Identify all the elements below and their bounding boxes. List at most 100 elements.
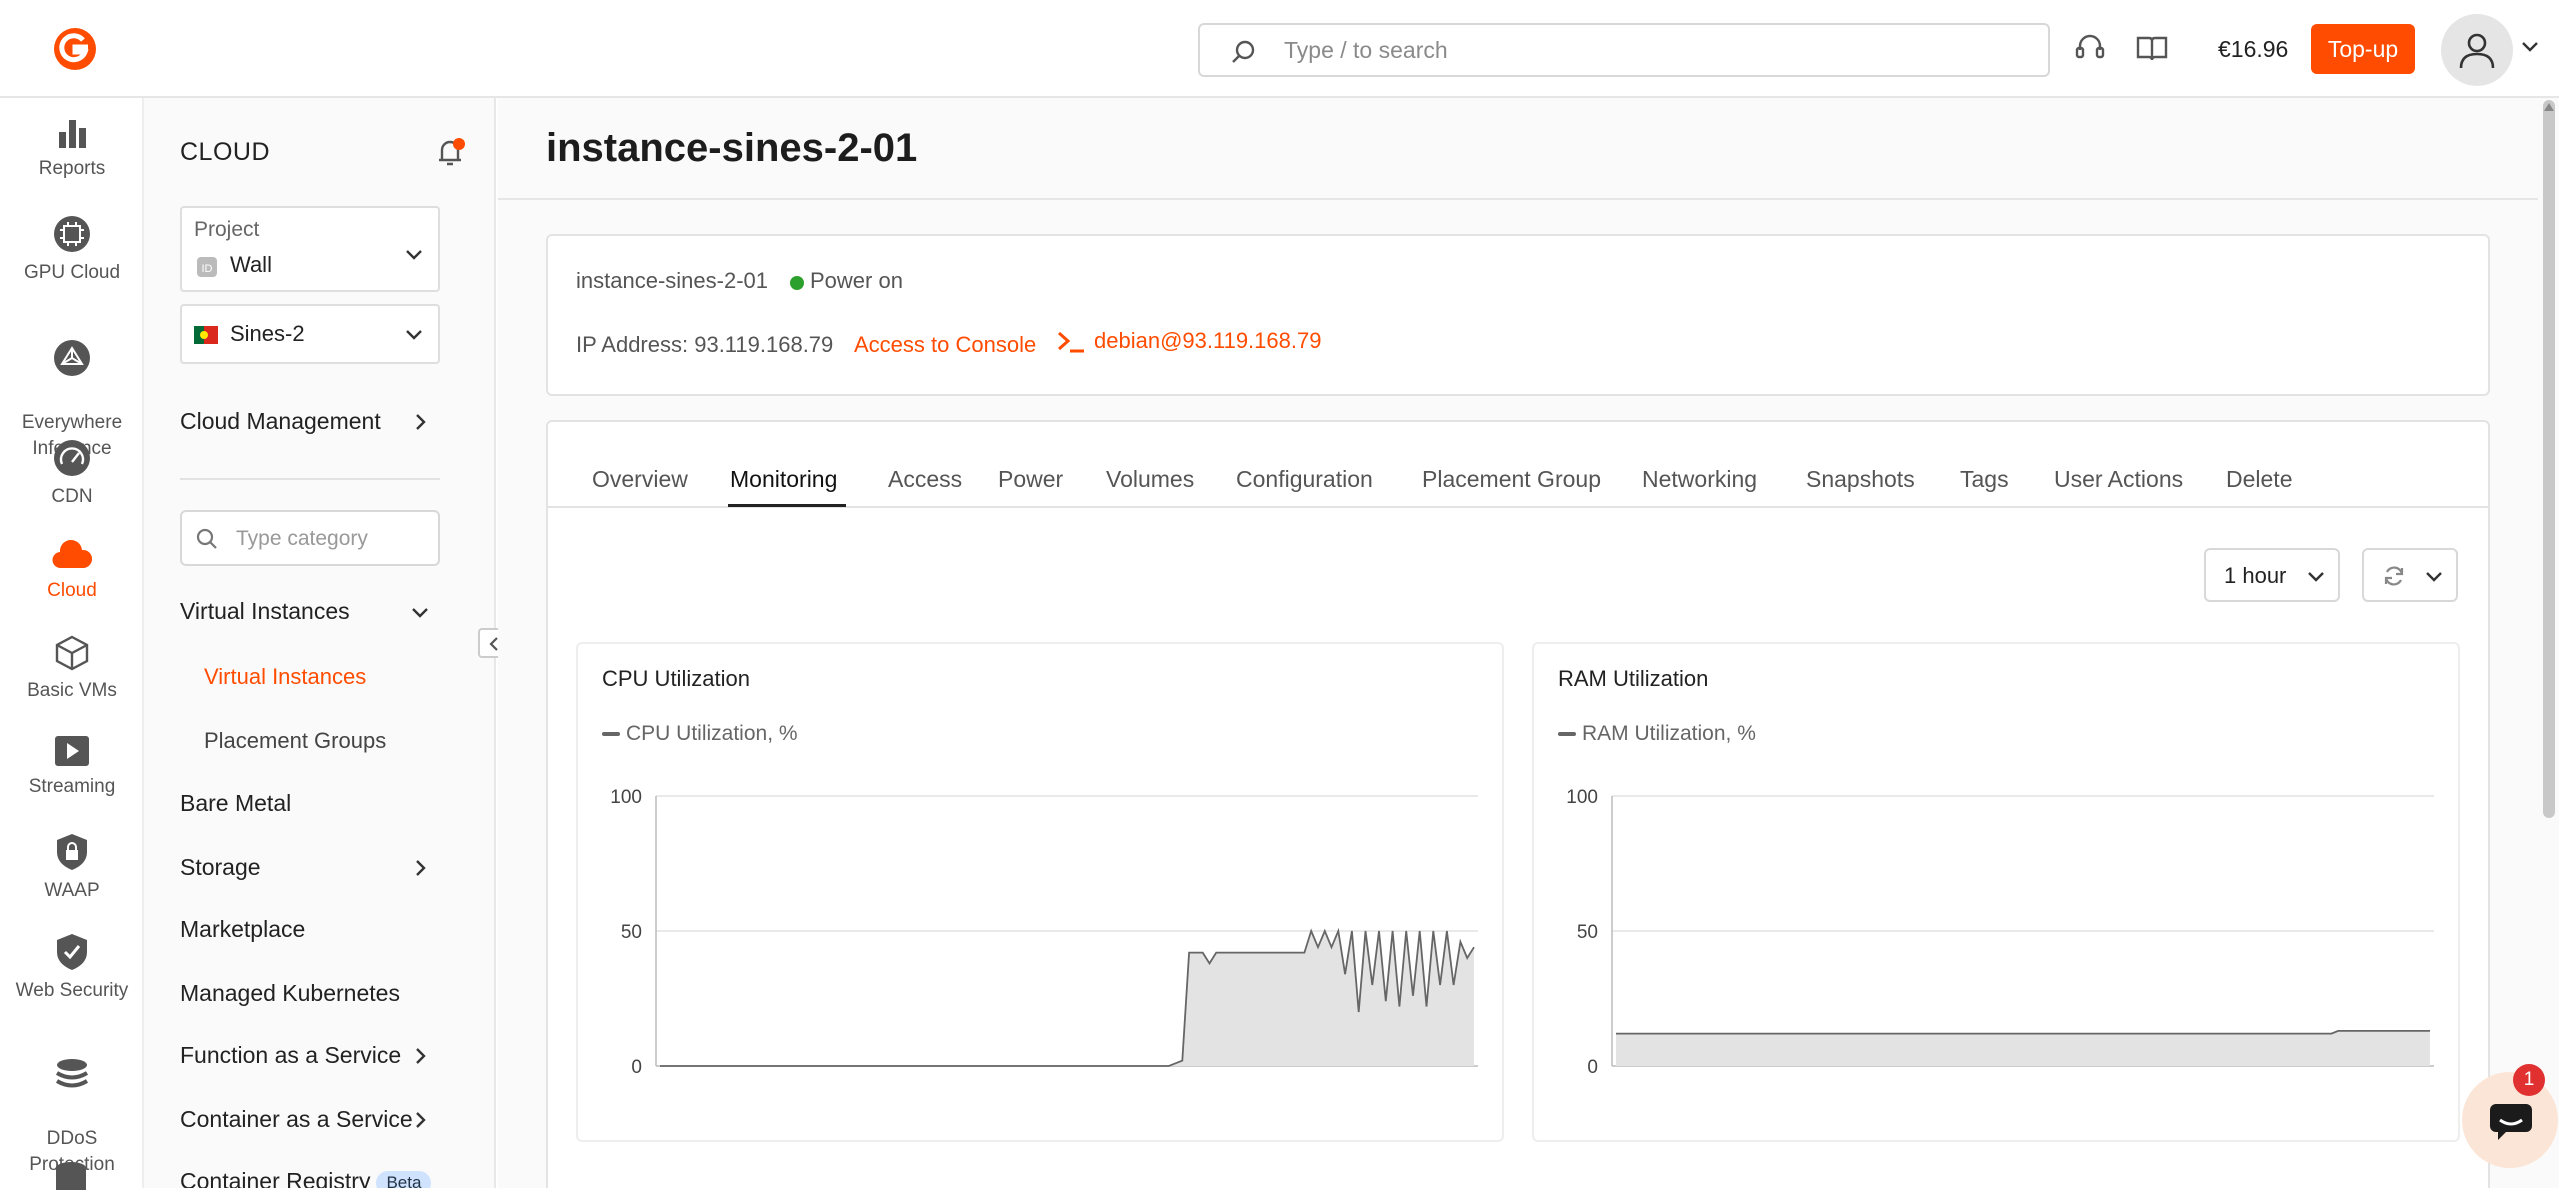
database-icon[interactable]	[53, 1160, 89, 1190]
beta-badge: Beta	[376, 1170, 432, 1188]
chart-title: RAM Utilization	[1558, 666, 1709, 691]
svg-text:ID: ID	[202, 263, 213, 275]
refresh-icon	[2384, 566, 2404, 586]
instance-info-card: instance-sines-2-01 Power on IP Address:…	[546, 234, 2490, 396]
rail-label: GPU Cloud	[23, 262, 121, 283]
ssh-link[interactable]: debian@93.119.168.79	[1094, 328, 1321, 354]
tab-delete[interactable]: Delete	[2226, 466, 2292, 493]
project-select[interactable]: Project ID Wall	[180, 206, 440, 292]
category-search-input[interactable]	[236, 524, 426, 554]
rail-item-reports[interactable]: Reports	[0, 116, 144, 182]
chevron-right-icon	[416, 414, 426, 430]
search-icon	[196, 528, 217, 549]
headset-icon[interactable]	[2072, 30, 2108, 66]
chat-icon	[2490, 1104, 2532, 1140]
time-range-select[interactable]: 1 hour	[2204, 548, 2340, 602]
y-tick-label: 50	[1577, 922, 1598, 943]
sidebar-item-container-registry[interactable]: Container Registry Beta	[180, 1168, 432, 1188]
topup-button[interactable]: Top-up	[2311, 24, 2415, 74]
chevron-down-icon	[406, 250, 422, 260]
sidebar-title: CLOUD	[180, 138, 271, 166]
avatar[interactable]	[2441, 14, 2513, 86]
rail-label: Basic VMs	[27, 680, 117, 701]
sidebar-item-managed-kubernetes[interactable]: Managed Kubernetes	[180, 980, 400, 1007]
page-scrollbar[interactable]	[2543, 100, 2555, 818]
sidebar-item-cloud-management[interactable]: Cloud Management	[180, 408, 381, 435]
chevron-down-icon	[2426, 572, 2442, 582]
chevron-down-icon[interactable]	[2520, 40, 2540, 54]
tab-user-actions[interactable]: User Actions	[2054, 466, 2183, 493]
rail-item-waap[interactable]: WAAP	[0, 832, 144, 904]
rail-item-gpu-cloud[interactable]: GPU Cloud	[0, 214, 144, 286]
refresh-select[interactable]	[2362, 548, 2458, 602]
chevron-right-icon	[416, 1048, 426, 1064]
sidebar-subitem-virtual-instances[interactable]: Virtual Instances	[204, 664, 366, 690]
rail-item-cdn[interactable]: CDN	[0, 438, 144, 510]
tab-tags[interactable]: Tags	[1960, 466, 2009, 493]
sidebar-item-bare-metal[interactable]: Bare Metal	[180, 790, 291, 817]
active-tab-indicator	[728, 504, 846, 507]
gcore-logo-icon[interactable]	[52, 26, 98, 72]
console-link[interactable]: Access to Console	[854, 332, 1036, 358]
rail-item-web-security[interactable]: Web Security	[0, 932, 144, 1004]
bell-icon[interactable]	[434, 136, 466, 168]
category-search[interactable]	[180, 510, 440, 566]
tab-volumes[interactable]: Volumes	[1106, 466, 1194, 493]
portugal-flag-icon	[194, 326, 218, 344]
search-input[interactable]	[1284, 35, 2024, 65]
rail-label: Reports	[38, 158, 106, 179]
sidebar-item-storage[interactable]: Storage	[180, 854, 261, 881]
product-rail: Reports GPU Cloud Everywhere Inference C…	[0, 98, 144, 1190]
tab-networking[interactable]: Networking	[1642, 466, 1757, 493]
tab-power[interactable]: Power	[998, 466, 1063, 493]
rail-item-ddos-protection[interactable]: DDoS Protection	[0, 1030, 144, 1178]
balance: €16.96	[2218, 36, 2289, 62]
chart-legend[interactable]: RAM Utilization, %	[1558, 722, 1756, 746]
tab-overview[interactable]: Overview	[592, 466, 688, 493]
rail-label: WAAP	[44, 880, 100, 901]
region-select[interactable]: Sines-2	[180, 304, 440, 364]
region-value: Sines-2	[230, 321, 305, 346]
y-tick-label: 50	[621, 922, 642, 943]
shield-check-icon	[57, 934, 87, 970]
tab-monitoring[interactable]: Monitoring	[730, 466, 837, 493]
rail-label: CDN	[51, 486, 93, 507]
network-icon	[54, 340, 90, 376]
scroll-up-icon[interactable]	[2543, 102, 2555, 112]
tab-access[interactable]: Access	[888, 466, 962, 493]
rail-item-streaming[interactable]: Streaming	[0, 734, 144, 800]
chat-unread-badge: 1	[2513, 1064, 2545, 1096]
sidebar-item-faas[interactable]: Function as a Service	[180, 1042, 401, 1069]
id-icon: ID	[197, 257, 217, 277]
global-search[interactable]	[1198, 23, 2050, 77]
series-area	[660, 931, 1474, 1066]
tab-placement-group[interactable]: Placement Group	[1422, 466, 1601, 493]
cloud-icon	[52, 539, 93, 569]
y-tick-label: 100	[610, 787, 642, 808]
sidebar-item-marketplace[interactable]: Marketplace	[180, 916, 305, 943]
main-content: instance-sines-2-01 instance-sines-2-01 …	[498, 98, 2559, 1188]
cpu-utilization-chart: 0 50 100	[610, 787, 1478, 1074]
sidebar-item-caas[interactable]: Container as a Service	[180, 1106, 413, 1133]
ip-address: IP Address: 93.119.168.79	[576, 332, 834, 357]
chevron-down-icon	[2308, 572, 2324, 582]
play-icon	[55, 736, 89, 766]
chart-legend[interactable]: CPU Utilization, %	[602, 722, 798, 746]
instance-name: instance-sines-2-01	[576, 268, 768, 293]
y-tick-label: 100	[1566, 787, 1598, 808]
chevron-down-icon	[412, 608, 428, 618]
tab-snapshots[interactable]: Snapshots	[1806, 466, 1915, 493]
cube-icon	[55, 635, 89, 671]
sidebar-subitem-placement-groups[interactable]: Placement Groups	[204, 728, 386, 754]
series-area	[1616, 1030, 2430, 1066]
chip-icon	[54, 216, 90, 252]
terminal-icon	[1058, 331, 1084, 353]
book-icon[interactable]	[2134, 30, 2170, 66]
rail-item-basic-vms[interactable]: Basic VMs	[0, 634, 144, 704]
speedometer-icon	[54, 440, 90, 476]
rail-item-cloud[interactable]: Cloud	[0, 538, 144, 604]
sidebar-item-virtual-instances[interactable]: Virtual Instances	[180, 598, 350, 625]
tab-configuration[interactable]: Configuration	[1236, 466, 1373, 493]
legend-label: RAM Utilization, %	[1582, 722, 1756, 745]
power-status: Power on	[810, 268, 903, 293]
